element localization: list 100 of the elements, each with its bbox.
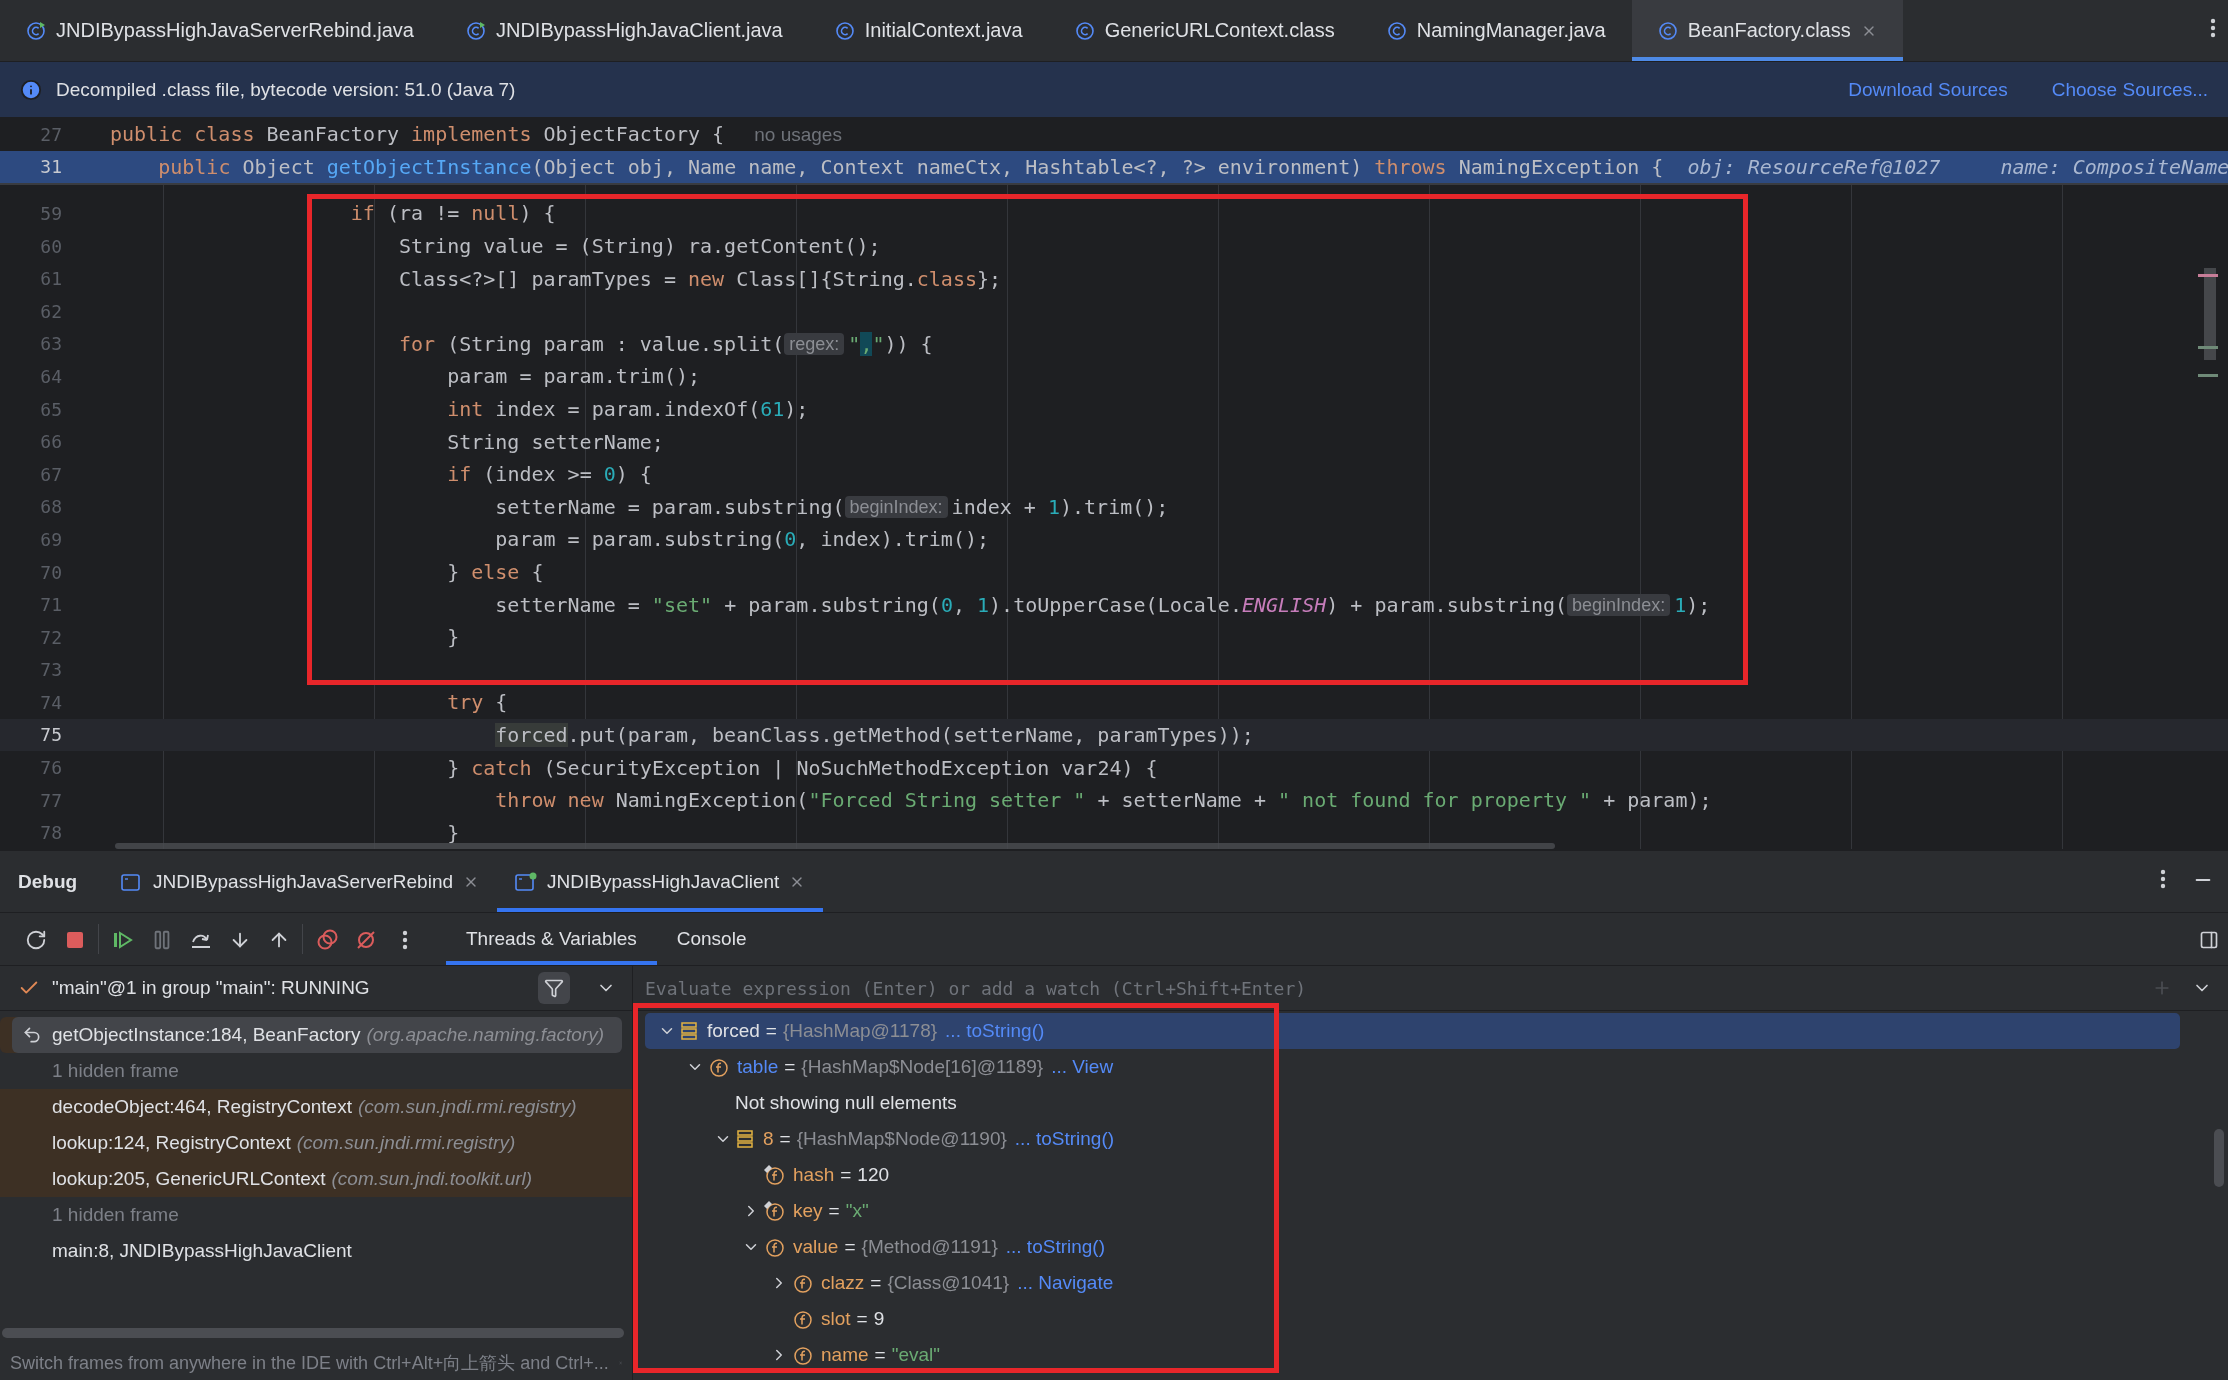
variable-name: name bbox=[821, 1344, 869, 1366]
view-tab[interactable]: Threads & Variables bbox=[446, 913, 657, 965]
line-number: 59 bbox=[39, 203, 63, 224]
frame-package: (com.sun.jndi.rmi.registry) bbox=[296, 1132, 516, 1154]
code-text: forced.put(param, beanClass.getMethod(setterName, paramTypes)); bbox=[494, 723, 1254, 747]
class-icon bbox=[1386, 20, 1407, 41]
code-text: if (ra != null) { bbox=[349, 201, 556, 226]
stack-frame[interactable]: lookup:124, RegistryContext (com.sun.jndi.rmi.registry) bbox=[0, 1125, 632, 1161]
variable-value: "x" bbox=[845, 1200, 869, 1222]
editor-tab[interactable]: GenericURLContext.class bbox=[1048, 0, 1361, 61]
view-tab[interactable]: Console bbox=[656, 913, 767, 965]
line-number: 62 bbox=[39, 300, 63, 322]
panel-title: Debug bbox=[18, 870, 78, 893]
variable-value: {Method@1191} bbox=[861, 1236, 998, 1258]
more-icon[interactable] bbox=[2210, 18, 2216, 38]
variable-name: forced bbox=[707, 1020, 760, 1042]
variable-row[interactable]: slot = 9 bbox=[645, 1301, 2180, 1337]
line-number: 66 bbox=[39, 431, 63, 453]
editor-tab[interactable]: InitialContext.java bbox=[808, 0, 1049, 61]
variable-value: {HashMap$Node@1190} bbox=[796, 1128, 1007, 1150]
frame-package: (com.sun.jndi.rmi.registry) bbox=[357, 1096, 577, 1118]
hidden-frames-text: 1 hidden frame bbox=[52, 1204, 179, 1226]
line-number: 67 bbox=[39, 463, 63, 485]
message-text: Not showing null elements bbox=[735, 1092, 957, 1114]
session-tab[interactable]: JNDIBypassHighJavaServerRebind bbox=[103, 851, 498, 912]
hidden-frames-row[interactable]: 1 hidden frame bbox=[0, 1053, 632, 1089]
thread-label: "main"@1 in group "main": RUNNING bbox=[52, 977, 371, 999]
frame-method: main:8, JNDIBypassHighJavaClient bbox=[52, 1240, 352, 1262]
scrollbar[interactable] bbox=[115, 843, 1555, 849]
value-link[interactable]: ... toString() bbox=[1014, 1128, 1115, 1150]
code-text: } bbox=[446, 820, 460, 845]
variable-row[interactable]: hash = 120 bbox=[645, 1157, 2180, 1193]
field-icon bbox=[791, 1272, 813, 1294]
code-text: } bbox=[446, 625, 460, 650]
line-number: 68 bbox=[39, 496, 63, 518]
editor-tab[interactable]: JNDIBypassHighJavaServerRebind.java bbox=[0, 0, 440, 61]
code-text: param = param.trim(); bbox=[446, 364, 701, 389]
banner-link[interactable]: Choose Sources... bbox=[2051, 78, 2208, 101]
line-number: 65 bbox=[39, 398, 63, 420]
resume-icon bbox=[111, 929, 134, 950]
variable-name: slot bbox=[821, 1308, 851, 1330]
stack-icon bbox=[679, 1021, 699, 1041]
equals-sign: = bbox=[856, 1308, 868, 1330]
evaluate-field[interactable]: Evaluate expression (Enter) or add a watch (Ctrl+Shift+Enter) bbox=[643, 976, 2152, 1000]
variable-value: 120 bbox=[857, 1164, 889, 1186]
variable-row[interactable]: 8 = {HashMap$Node@1190} ... toString() bbox=[645, 1121, 2180, 1157]
variable-row[interactable]: key = "x" bbox=[645, 1193, 2180, 1229]
editor-tab[interactable]: NamingManager.java bbox=[1360, 0, 1632, 61]
variable-row[interactable]: forced = {HashMap@1178} ... toString() bbox=[645, 1013, 2180, 1049]
class-icon bbox=[1074, 20, 1095, 41]
line-number: 73 bbox=[39, 659, 63, 681]
breakpoints-icon bbox=[315, 928, 338, 951]
code-text: setterName = "set" + param.substring(0, 1).toUpperCase(Locale.ENGLISH) + param.substring( beginIndex: 1); bbox=[494, 592, 1711, 618]
variable-row[interactable]: value = {Method@1191} ... toString() bbox=[645, 1229, 2180, 1265]
code-text: Class<?>[] paramTypes = new Class[]{String.class}; bbox=[398, 266, 1002, 291]
field-icon bbox=[791, 1308, 813, 1330]
variable-row[interactable]: table = {HashMap$Node[16]@1189} ... View bbox=[645, 1049, 2180, 1085]
code-text: String value = (String) ra.getContent(); bbox=[398, 234, 881, 259]
variable-value: "eval" bbox=[891, 1344, 940, 1366]
editor-tab[interactable]: BeanFactory.class bbox=[1631, 0, 1903, 61]
variable-row[interactable]: clazz = {Class@1041} ... Navigate bbox=[645, 1265, 2180, 1301]
return-icon bbox=[22, 1025, 42, 1045]
hidden-frames-row[interactable]: 1 hidden frame bbox=[0, 1197, 632, 1233]
editor-tab[interactable]: JNDIBypassHighJavaClient.java bbox=[439, 0, 809, 61]
frame-method: decodeObject:464, RegistryContext bbox=[52, 1096, 352, 1118]
scrollbar[interactable] bbox=[2214, 1129, 2224, 1187]
rerun-icon bbox=[24, 928, 47, 951]
filter-button[interactable] bbox=[538, 972, 570, 1004]
variable-name: value bbox=[793, 1236, 839, 1258]
value-link[interactable]: ... toString() bbox=[1005, 1236, 1105, 1258]
class-icon bbox=[834, 20, 855, 41]
field-icon bbox=[707, 1056, 729, 1078]
scrollbar[interactable] bbox=[2, 1328, 624, 1338]
stack-frame[interactable]: main:8, JNDIBypassHighJavaClient bbox=[0, 1233, 632, 1269]
info-icon bbox=[20, 78, 42, 101]
equals-sign: = bbox=[844, 1236, 856, 1258]
line-number: 64 bbox=[39, 365, 63, 387]
stack-frame[interactable]: decodeObject:464, RegistryContext (com.sun.jndi.rmi.registry) bbox=[0, 1089, 632, 1125]
banner-link[interactable]: Download Sources bbox=[1848, 78, 2008, 101]
frame-method: lookup:205, GenericURLContext bbox=[52, 1168, 326, 1190]
code-text: String setterName; bbox=[446, 429, 664, 454]
tree-message[interactable]: Not showing null elements bbox=[645, 1085, 2180, 1121]
value-link[interactable]: ... View bbox=[1051, 1056, 1114, 1078]
equals-sign: = bbox=[874, 1344, 886, 1366]
code-text: try { bbox=[446, 690, 508, 715]
value-link[interactable]: ... Navigate bbox=[1017, 1272, 1114, 1294]
code-text: } else { bbox=[446, 560, 544, 584]
filter-icon bbox=[544, 978, 564, 998]
variable-value: {Class@1041} bbox=[887, 1272, 1010, 1294]
variable-row[interactable]: name = "eval" bbox=[645, 1337, 2180, 1373]
stack-frame[interactable]: lookup:205, GenericURLContext (com.sun.jndi.toolkit.url) bbox=[0, 1161, 632, 1197]
line-number: 69 bbox=[39, 528, 63, 550]
variable-name: table bbox=[737, 1056, 779, 1078]
frame-method: getObjectInstance:184, BeanFactory bbox=[52, 1024, 361, 1046]
session-tab[interactable]: JNDIBypassHighJavaClient bbox=[497, 851, 824, 912]
code-text: if (index >= 0) { bbox=[446, 462, 652, 487]
code-text: throw new NamingException("Forced String setter " + setterName + " not found for property " + param); bbox=[494, 788, 1712, 813]
line-number: 72 bbox=[39, 626, 63, 648]
more-icon[interactable] bbox=[2160, 869, 2166, 889]
sticky-line[interactable]: 27 public class BeanFactory implements ObjectFactory { no usages bbox=[0, 118, 2228, 151]
